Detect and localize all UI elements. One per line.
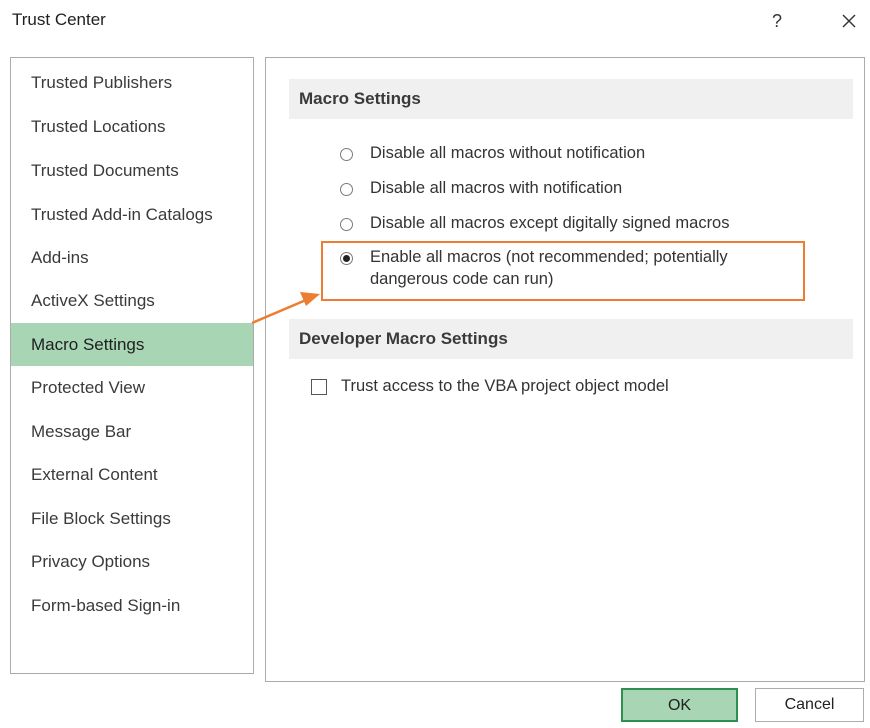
sidebar-item-privacy-options[interactable]: Privacy Options xyxy=(11,541,253,583)
sidebar-item-trusted-publishers[interactable]: Trusted Publishers xyxy=(11,62,253,104)
sidebar-item-trusted-locations[interactable]: Trusted Locations xyxy=(11,106,253,148)
sidebar-item-trusted-documents[interactable]: Trusted Documents xyxy=(11,150,253,192)
sidebar-item-form-based-signin[interactable]: Form-based Sign-in xyxy=(11,585,253,627)
radio-enable-all-macros[interactable] xyxy=(340,252,353,265)
option-label-enable-all-macros[interactable]: Enable all macros (not recommended; pote… xyxy=(370,246,800,290)
option-label-disable-with-notification[interactable]: Disable all macros with notification xyxy=(370,177,810,199)
dialog-title: Trust Center xyxy=(12,10,106,29)
vba-access-label[interactable]: Trust access to the VBA project object m… xyxy=(341,375,669,397)
sidebar-item-macro-settings[interactable]: Macro Settings xyxy=(11,323,253,366)
trust-center-dialog: Trust Center ? Trusted Publishers Truste… xyxy=(0,0,870,728)
settings-panel: Macro Settings Disable all macros withou… xyxy=(265,57,865,682)
sidebar-item-activex-settings[interactable]: ActiveX Settings xyxy=(11,280,253,322)
sidebar-item-file-block-settings[interactable]: File Block Settings xyxy=(11,498,253,540)
radio-disable-no-notification[interactable] xyxy=(340,148,353,161)
radio-disable-with-notification[interactable] xyxy=(340,183,353,196)
option-label-disable-except-signed[interactable]: Disable all macros except digitally sign… xyxy=(370,212,810,234)
title-bar: Trust Center ? xyxy=(0,0,870,44)
sidebar-item-protected-view[interactable]: Protected View xyxy=(11,367,253,409)
vba-access-checkbox[interactable] xyxy=(311,379,327,395)
help-button[interactable]: ? xyxy=(764,8,790,34)
sidebar: Trusted Publishers Trusted Locations Tru… xyxy=(10,57,254,674)
sidebar-item-external-content[interactable]: External Content xyxy=(11,454,253,496)
option-label-disable-no-notification[interactable]: Disable all macros without notification xyxy=(370,142,810,164)
sidebar-item-addins[interactable]: Add-ins xyxy=(11,237,253,279)
close-icon xyxy=(842,14,856,28)
radio-disable-except-signed[interactable] xyxy=(340,218,353,231)
cancel-button[interactable]: Cancel xyxy=(755,688,864,722)
close-button[interactable] xyxy=(836,8,862,34)
macro-settings-header: Macro Settings xyxy=(289,79,853,119)
developer-macro-settings-header: Developer Macro Settings xyxy=(289,319,853,359)
ok-button[interactable]: OK xyxy=(621,688,738,722)
sidebar-item-trusted-addin-catalogs[interactable]: Trusted Add-in Catalogs xyxy=(11,194,253,236)
sidebar-item-message-bar[interactable]: Message Bar xyxy=(11,411,253,453)
